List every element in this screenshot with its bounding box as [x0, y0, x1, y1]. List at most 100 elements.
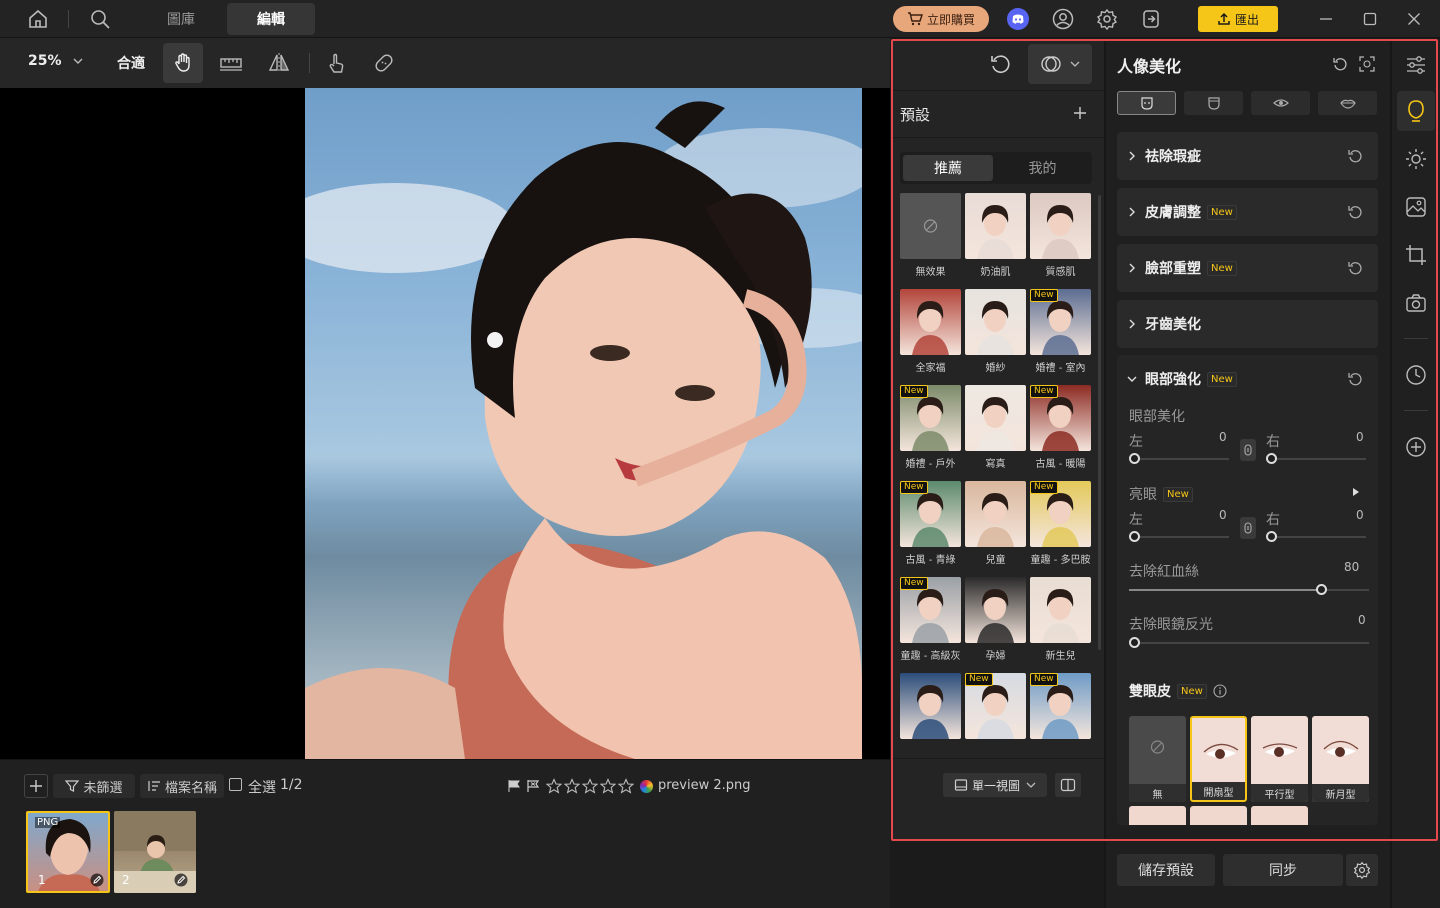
redness-slider-knob[interactable] — [1316, 584, 1327, 595]
export-button[interactable]: 匯出 — [1198, 6, 1278, 32]
film-thumb-1[interactable]: PNG 1 — [26, 811, 110, 893]
undo-all-icon[interactable] — [985, 50, 1015, 78]
tab-mine[interactable]: 我的 — [996, 155, 1089, 181]
discord-icon[interactable] — [1005, 7, 1031, 31]
reject-flag-icon[interactable] — [525, 778, 541, 794]
sign-in-icon[interactable] — [1138, 7, 1164, 31]
preset-item[interactable]: 質感肌 — [1030, 193, 1091, 283]
preset-item[interactable]: 婚紗 — [965, 289, 1026, 379]
eyelid-option-more[interactable] — [1129, 806, 1186, 825]
reset-icon[interactable] — [1346, 259, 1364, 277]
portrait-face-icon[interactable] — [1397, 91, 1435, 131]
settings-gear-icon[interactable] — [1094, 7, 1120, 31]
section-header[interactable]: 牙齒美化 — [1127, 300, 1201, 348]
right-slider-track[interactable] — [1272, 458, 1366, 460]
preset-item[interactable]: New 古風 - 青綠 — [900, 481, 961, 571]
close-icon[interactable] — [1402, 8, 1426, 30]
flip-icon[interactable] — [262, 47, 296, 79]
section-header[interactable]: 臉部重塑 New — [1127, 244, 1237, 292]
preset-item[interactable]: New 古風 - 暖陽 — [1030, 385, 1091, 475]
preset-item[interactable]: New 婚禮 - 戶外 — [900, 385, 961, 475]
preset-item[interactable]: New 婚禮 - 室內 — [1030, 289, 1091, 379]
tab-recommended[interactable]: 推薦 — [903, 155, 993, 181]
eyelid-option-none[interactable]: 無 — [1129, 716, 1186, 802]
face-detect-icon[interactable] — [1357, 54, 1377, 74]
left-slider-track[interactable] — [1135, 458, 1229, 460]
left-slider-knob[interactable] — [1129, 531, 1140, 542]
split-view-icon[interactable] — [1055, 773, 1081, 797]
crop-icon[interactable] — [1404, 242, 1428, 268]
eyelid-option-parallel[interactable]: 平行型 — [1251, 716, 1308, 802]
glare-slider-knob[interactable] — [1129, 637, 1140, 648]
adjust-sliders-icon[interactable] — [1404, 52, 1428, 78]
hand-tool-icon[interactable] — [163, 43, 203, 83]
add-preset-icon[interactable] — [1069, 102, 1091, 124]
bandage-tool-icon[interactable] — [367, 47, 401, 79]
preset-item[interactable]: 寫真 — [965, 385, 1026, 475]
sort-button[interactable]: 檔案名稱 — [140, 774, 224, 798]
eyelid-option-more[interactable] — [1190, 806, 1247, 825]
right-slider-track[interactable] — [1272, 536, 1366, 538]
link-icon[interactable] — [1240, 517, 1256, 539]
maximize-icon[interactable] — [1358, 8, 1382, 30]
save-preset-button[interactable]: 儲存預設 — [1117, 854, 1215, 886]
preset-scrollbar[interactable] — [1098, 195, 1101, 650]
reset-icon[interactable] — [1346, 370, 1364, 388]
adjust-section[interactable]: 皮膚調整 New — [1117, 188, 1378, 236]
right-slider-knob[interactable] — [1266, 453, 1277, 464]
preset-item[interactable]: 新生兒 — [1030, 577, 1091, 667]
eyelid-option-crescent[interactable]: 新月型 — [1312, 716, 1369, 802]
view-mode-dropdown[interactable]: 單一視圖 — [943, 773, 1047, 797]
image-canvas[interactable] — [0, 88, 890, 759]
adjust-section[interactable]: 牙齒美化 — [1117, 300, 1378, 348]
preset-item[interactable]: New — [965, 673, 1026, 750]
add-circle-icon[interactable] — [1404, 434, 1428, 460]
fit-button[interactable]: 合適 — [117, 53, 145, 73]
preset-mode-dropdown[interactable] — [1028, 44, 1092, 84]
preset-item[interactable]: New — [1030, 673, 1091, 750]
adjust-section[interactable]: 祛除瑕疵 — [1117, 132, 1378, 180]
face-tab-lips[interactable] — [1318, 91, 1377, 115]
reset-icon[interactable] — [1330, 54, 1350, 74]
glare-slider-track[interactable] — [1129, 642, 1369, 644]
left-slider-knob[interactable] — [1129, 453, 1140, 464]
right-slider-knob[interactable] — [1266, 531, 1277, 542]
flag-icon[interactable] — [506, 778, 522, 794]
eye-enhance-header[interactable]: 眼部強化 New — [1127, 355, 1237, 403]
color-label-icon[interactable] — [640, 780, 653, 793]
camera-icon[interactable] — [1404, 290, 1428, 316]
preset-item[interactable]: 奶油肌 — [965, 193, 1026, 283]
tab-edit[interactable]: 編輯 — [227, 3, 315, 35]
compare-ruler-icon[interactable] — [214, 47, 248, 79]
touch-tool-icon[interactable] — [319, 47, 353, 79]
sync-settings-gear-icon[interactable] — [1346, 854, 1378, 886]
eyelid-option-fan[interactable]: 開扇型 — [1190, 716, 1247, 802]
link-icon[interactable] — [1240, 439, 1256, 461]
tab-library[interactable]: 圖庫 — [148, 3, 214, 35]
image-adjust-icon[interactable] — [1404, 194, 1428, 220]
film-thumb-2[interactable]: 2 — [114, 811, 196, 893]
face-tab-eyes[interactable] — [1251, 91, 1310, 115]
face-tab-whole[interactable] — [1117, 91, 1176, 115]
section-header[interactable]: 皮膚調整 New — [1127, 188, 1237, 236]
preset-item[interactable]: New 童趣 - 多巴胺 — [1030, 481, 1091, 571]
reset-icon[interactable] — [1346, 203, 1364, 221]
light-sun-icon[interactable] — [1404, 146, 1428, 172]
preset-item[interactable]: 孕婦 — [965, 577, 1026, 667]
minimize-icon[interactable] — [1314, 8, 1338, 30]
add-icon[interactable] — [24, 774, 48, 798]
face-tab-shape[interactable] — [1184, 91, 1243, 115]
preset-item[interactable]: 兒童 — [965, 481, 1026, 571]
left-slider-track[interactable] — [1135, 536, 1229, 538]
search-icon[interactable] — [86, 6, 114, 32]
adjust-section[interactable]: 臉部重塑 New — [1117, 244, 1378, 292]
home-icon[interactable] — [24, 6, 52, 32]
sync-button[interactable]: 同步 — [1223, 854, 1343, 886]
preset-item[interactable]: 全家福 — [900, 289, 961, 379]
eyelid-option-more[interactable] — [1251, 806, 1308, 825]
history-clock-icon[interactable] — [1404, 362, 1428, 388]
star-rating[interactable] — [546, 778, 634, 794]
section-header[interactable]: 祛除瑕疵 — [1127, 132, 1201, 180]
preset-item[interactable]: 無效果 — [900, 193, 961, 283]
select-all-checkbox[interactable] — [229, 778, 242, 791]
